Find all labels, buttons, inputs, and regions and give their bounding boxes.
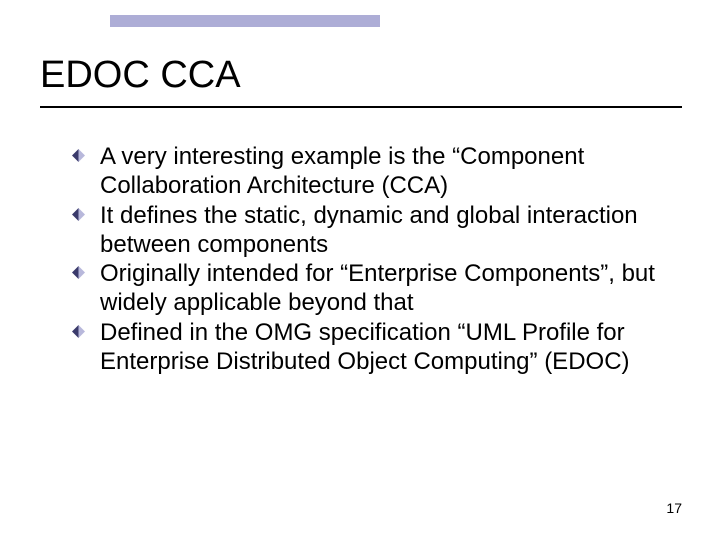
- list-item: Originally intended for “Enterprise Comp…: [72, 259, 678, 318]
- diamond-bullet-icon: [72, 325, 85, 338]
- bullet-list: A very interesting example is the “Compo…: [72, 142, 678, 376]
- bullet-text: Defined in the OMG specification “UML Pr…: [100, 319, 630, 375]
- slide: EDOC CCA A very interesting example is t…: [0, 0, 720, 540]
- decorative-band: [110, 15, 380, 27]
- diamond-bullet-icon: [72, 266, 85, 279]
- page-number: 17: [666, 500, 682, 516]
- list-item: Defined in the OMG specification “UML Pr…: [72, 318, 678, 377]
- bullet-text: A very interesting example is the “Compo…: [100, 143, 584, 199]
- bullet-text: It defines the static, dynamic and globa…: [100, 202, 638, 258]
- bullet-text: Originally intended for “Enterprise Comp…: [100, 260, 655, 316]
- diamond-bullet-icon: [72, 208, 85, 221]
- list-item: It defines the static, dynamic and globa…: [72, 201, 678, 260]
- slide-body: A very interesting example is the “Compo…: [72, 142, 678, 376]
- slide-title: EDOC CCA: [40, 54, 680, 97]
- list-item: A very interesting example is the “Compo…: [72, 142, 678, 201]
- diamond-bullet-icon: [72, 149, 85, 162]
- title-underline: [40, 106, 682, 108]
